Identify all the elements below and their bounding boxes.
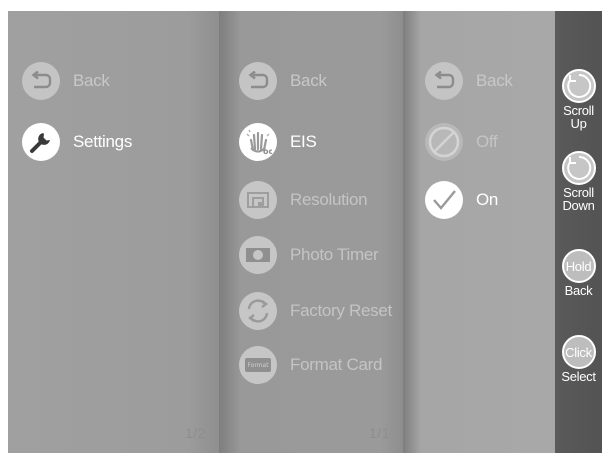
menu-item-back[interactable]: Back (425, 61, 513, 101)
format-card-icon-text: Format (247, 361, 269, 369)
hold-back-label: Back (564, 283, 593, 298)
menu-item-label: Factory Reset (290, 301, 392, 320)
factory-reset-icon (239, 292, 277, 330)
menu-item-photo-timer[interactable]: Photo Timer (239, 235, 379, 275)
menu-panel-level-2: Back oo EIS Resolution Photo Timer Facto… (219, 11, 403, 453)
rotate-arrow-icon (561, 69, 596, 103)
hold-back-hint[interactable]: Hold Back (555, 249, 602, 297)
menu-item-factory-reset[interactable]: Factory Reset (239, 291, 392, 331)
scroll-down-label: Scroll Down (562, 186, 594, 212)
camera-menu-screen: Back Settings 1/2 Back oo EIS Resolution… (0, 0, 602, 453)
format-card-icon: Format (239, 346, 277, 384)
hold-button-icon: Hold (561, 249, 596, 283)
resolution-icon (239, 181, 277, 219)
menu-item-label: On (476, 190, 499, 209)
menu-item-label: Back (73, 71, 110, 90)
scroll-down-label-line2: Down (562, 198, 595, 213)
menu-item-label: Back (476, 71, 513, 90)
click-select-label: Select (561, 369, 596, 384)
menu-item-label: Settings (73, 132, 133, 151)
page-indicator: 1/2 (185, 425, 206, 441)
rotate-arrow-icon (561, 151, 596, 185)
menu-item-resolution[interactable]: Resolution (239, 180, 368, 220)
menu-item-label: EIS (290, 132, 317, 151)
svg-text:oo: oo (263, 147, 272, 156)
menu-panel-level-1: Back Settings 1/2 (8, 11, 219, 453)
scroll-down-hint[interactable]: Scroll Down (555, 151, 602, 212)
menu-item-label: Photo Timer (290, 245, 379, 264)
checkmark-icon (425, 181, 463, 219)
click-button-icon: Click (561, 335, 596, 369)
back-arrow-icon (425, 62, 463, 100)
scroll-up-hint[interactable]: Scroll Up (555, 69, 602, 130)
menu-item-back[interactable]: Back (22, 61, 110, 101)
menu-item-label: Off (476, 132, 498, 151)
menu-item-on[interactable]: On (425, 180, 498, 220)
menu-item-off[interactable]: Off (425, 122, 498, 162)
menu-item-settings[interactable]: Settings (22, 122, 132, 162)
photo-timer-icon (239, 236, 277, 274)
shaking-hand-icon: oo (239, 123, 277, 161)
menu-item-back[interactable]: Back (239, 61, 327, 101)
menu-item-label: Back (290, 71, 327, 90)
back-arrow-icon (22, 62, 60, 100)
menu-frame: Back Settings 1/2 Back oo EIS Resolution… (8, 11, 602, 453)
menu-item-format-card[interactable]: Format Format Card (239, 345, 382, 385)
menu-item-eis[interactable]: oo EIS (239, 122, 317, 162)
menu-panel-level-3: Back Off On (403, 11, 555, 453)
scroll-up-label-line2: Up (570, 116, 587, 131)
hold-button-text: Hold (565, 258, 592, 274)
click-button-text: Click (565, 344, 592, 360)
off-slash-icon (425, 123, 463, 161)
scroll-up-label: Scroll Up (563, 104, 594, 130)
back-arrow-icon (239, 62, 277, 100)
menu-item-label: Resolution (290, 190, 368, 209)
menu-item-label: Format Card (290, 355, 383, 374)
click-select-hint[interactable]: Click Select (555, 335, 602, 383)
wrench-icon (22, 123, 60, 161)
page-indicator: 1/1 (369, 425, 390, 441)
